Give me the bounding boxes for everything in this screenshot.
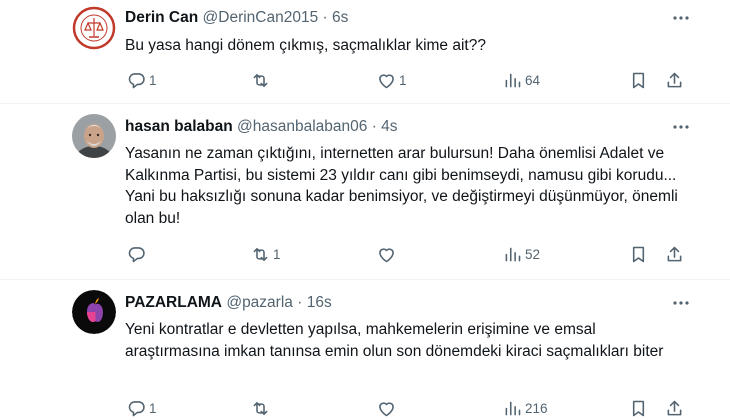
- like-button[interactable]: [376, 396, 399, 420]
- logo-avatar-image: [72, 6, 116, 50]
- share-icon: [667, 400, 682, 415]
- more-icon[interactable]: [670, 117, 692, 137]
- bookmark-button[interactable]: [628, 68, 649, 92]
- repost-button[interactable]: [250, 396, 273, 420]
- reply-button[interactable]: 1: [126, 68, 157, 92]
- reply-icon: [128, 246, 145, 262]
- share-icon: [667, 72, 682, 87]
- tweet-text: Bu yasa hangi dönem çıkmış, saçmalıklar …: [125, 37, 486, 54]
- repost-button[interactable]: 1: [250, 242, 281, 266]
- avatar[interactable]: [72, 6, 116, 50]
- repost-count: 1: [273, 246, 281, 262]
- avatar[interactable]: [72, 114, 116, 158]
- reply-button[interactable]: [126, 242, 149, 266]
- bookmark-icon: [632, 72, 645, 88]
- tweet-text: Yeni kontratlar e devletten yapılsa, mah…: [125, 321, 664, 360]
- bookmark-button[interactable]: [628, 396, 649, 420]
- more-icon[interactable]: [670, 8, 692, 28]
- heart-icon: [379, 247, 394, 262]
- heart-icon: [379, 401, 394, 416]
- display-name[interactable]: PAZARLAMA: [125, 294, 222, 311]
- user-handle[interactable]: @hasanbalaban06: [237, 118, 367, 135]
- tweet-header: hasan balaban @hasanbalaban06 · 4s: [125, 117, 674, 137]
- action-bar: 1 52: [118, 242, 698, 266]
- reply-icon: [128, 400, 145, 416]
- views-count: 64: [525, 72, 541, 88]
- action-bar: 1 1 64: [118, 68, 698, 92]
- tweet-header: PAZARLAMA @pazarla · 16s: [125, 293, 674, 313]
- avatar[interactable]: [72, 290, 116, 334]
- share-button[interactable]: [664, 396, 685, 420]
- views-icon: [505, 401, 521, 415]
- tweet-1[interactable]: Derin Can @DerinCan2015 · 6s Bu yasa han…: [0, 0, 730, 104]
- profile-photo: [72, 114, 116, 158]
- share-icon: [667, 246, 682, 261]
- tweet-3[interactable]: PAZARLAMA @pazarla · 16s Yeni kontratlar…: [0, 280, 730, 420]
- reply-feed: Derin Can @DerinCan2015 · 6s Bu yasa han…: [0, 0, 730, 420]
- share-button[interactable]: [664, 68, 685, 92]
- views-button[interactable]: 64: [502, 68, 540, 92]
- repost-icon: [253, 247, 268, 261]
- reply-icon: [128, 72, 145, 88]
- like-count: 1: [399, 72, 407, 88]
- views-icon: [505, 247, 521, 261]
- user-handle[interactable]: @DerinCan2015: [203, 9, 319, 26]
- repost-icon: [253, 73, 268, 87]
- action-bar: 1 216: [118, 396, 698, 420]
- share-button[interactable]: [664, 242, 685, 266]
- repost-button[interactable]: [250, 68, 273, 92]
- tweet-2[interactable]: hasan balaban @hasanbalaban06 · 4s Yasan…: [0, 104, 730, 280]
- user-handle[interactable]: @pazarla: [226, 294, 293, 311]
- separator-dot: ·: [371, 118, 377, 135]
- timestamp[interactable]: 16s: [307, 294, 332, 311]
- logo-avatar-image: [72, 290, 116, 334]
- reply-count: 1: [149, 400, 157, 416]
- separator-dot: ·: [322, 9, 328, 26]
- more-icon[interactable]: [670, 293, 692, 313]
- separator-dot: ·: [297, 294, 303, 311]
- reply-button[interactable]: 1: [126, 396, 157, 420]
- bookmark-icon: [632, 246, 645, 262]
- heart-icon: [379, 73, 394, 88]
- like-button[interactable]: 1: [376, 68, 407, 92]
- views-button[interactable]: 216: [502, 396, 548, 420]
- bookmark-button[interactable]: [628, 242, 649, 266]
- tweet-header: Derin Can @DerinCan2015 · 6s: [125, 8, 674, 28]
- views-count: 52: [525, 246, 541, 262]
- display-name[interactable]: hasan balaban: [125, 118, 233, 135]
- views-button[interactable]: 52: [502, 242, 540, 266]
- display-name[interactable]: Derin Can: [125, 9, 198, 26]
- views-count: 216: [525, 400, 548, 416]
- repost-icon: [253, 401, 268, 415]
- timestamp[interactable]: 4s: [381, 118, 397, 135]
- tweet-text: Yasanın ne zaman çıktığını, internetten …: [125, 145, 678, 227]
- timestamp[interactable]: 6s: [332, 9, 348, 26]
- bookmark-icon: [632, 400, 645, 416]
- views-icon: [505, 73, 521, 87]
- reply-count: 1: [149, 72, 157, 88]
- like-button[interactable]: [376, 242, 399, 266]
